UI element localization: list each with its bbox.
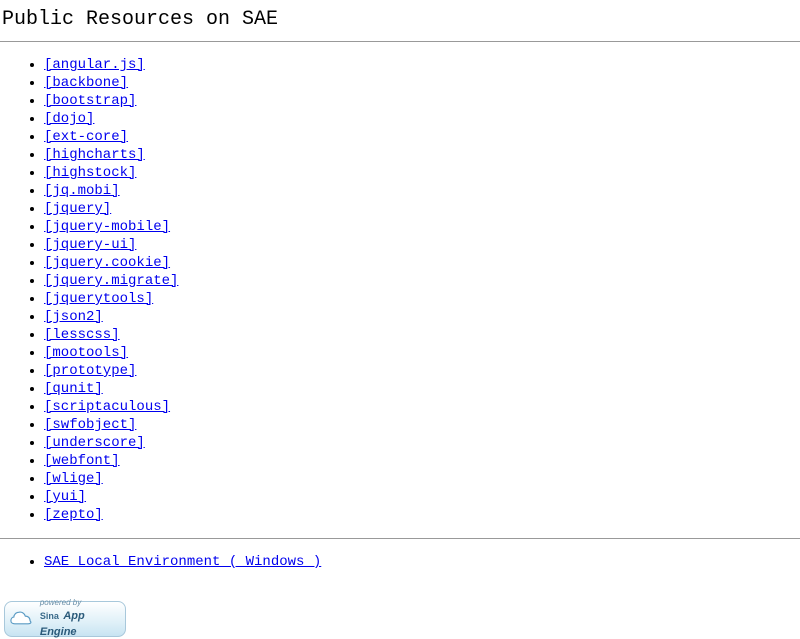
extra-links-list: SAE Local Environment ( Windows ): [0, 553, 800, 571]
list-item: [highcharts]: [44, 146, 800, 164]
list-item: [bootstrap]: [44, 92, 800, 110]
library-link[interactable]: [backbone]: [44, 75, 128, 91]
library-link[interactable]: [swfobject]: [44, 417, 136, 433]
library-link[interactable]: [jquery-mobile]: [44, 219, 170, 235]
library-link[interactable]: [jq.mobi]: [44, 183, 120, 199]
page-title: Public Resources on SAE: [0, 0, 800, 41]
library-link[interactable]: [json2]: [44, 309, 103, 325]
library-link[interactable]: [lesscss]: [44, 327, 120, 343]
library-link[interactable]: [mootools]: [44, 345, 128, 361]
library-link[interactable]: [yui]: [44, 489, 86, 505]
list-item: SAE Local Environment ( Windows ): [44, 553, 800, 571]
badge-brand-label: Sina: [40, 611, 59, 621]
library-link[interactable]: [jquery.cookie]: [44, 255, 170, 271]
library-link[interactable]: [scriptaculous]: [44, 399, 170, 415]
list-item: [jquery.cookie]: [44, 254, 800, 272]
library-link[interactable]: [qunit]: [44, 381, 103, 397]
list-item: [jquery-mobile]: [44, 218, 800, 236]
sae-badge[interactable]: powered by Sina App Engine: [4, 601, 126, 637]
list-item: [highstock]: [44, 164, 800, 182]
library-link[interactable]: [angular.js]: [44, 57, 145, 73]
divider-top: [0, 41, 800, 42]
badge-text: powered by Sina App Engine: [40, 599, 121, 639]
library-link[interactable]: [underscore]: [44, 435, 145, 451]
library-link[interactable]: [jquerytools]: [44, 291, 153, 307]
list-item: [jquerytools]: [44, 290, 800, 308]
list-item: [zepto]: [44, 506, 800, 524]
library-link[interactable]: [bootstrap]: [44, 93, 136, 109]
list-item: [prototype]: [44, 362, 800, 380]
list-item: [qunit]: [44, 380, 800, 398]
list-item: [scriptaculous]: [44, 398, 800, 416]
badge-powered-label: powered by: [40, 599, 121, 607]
library-link[interactable]: [zepto]: [44, 507, 103, 523]
list-item: [dojo]: [44, 110, 800, 128]
list-item: [lesscss]: [44, 326, 800, 344]
divider-bottom: [0, 538, 800, 539]
list-item: [angular.js]: [44, 56, 800, 74]
list-item: [jquery-ui]: [44, 236, 800, 254]
library-link[interactable]: [jquery-ui]: [44, 237, 136, 253]
list-item: [swfobject]: [44, 416, 800, 434]
library-link[interactable]: [highcharts]: [44, 147, 145, 163]
list-item: [backbone]: [44, 74, 800, 92]
list-item: [json2]: [44, 308, 800, 326]
list-item: [jq.mobi]: [44, 182, 800, 200]
list-item: [yui]: [44, 488, 800, 506]
list-item: [wlige]: [44, 470, 800, 488]
library-link[interactable]: [jquery.migrate]: [44, 273, 178, 289]
library-link[interactable]: [highstock]: [44, 165, 136, 181]
cloud-icon: [9, 609, 36, 629]
library-link[interactable]: [prototype]: [44, 363, 136, 379]
list-item: [jquery.migrate]: [44, 272, 800, 290]
library-link[interactable]: [wlige]: [44, 471, 103, 487]
library-link[interactable]: [ext-core]: [44, 129, 128, 145]
list-item: [webfont]: [44, 452, 800, 470]
extra-link[interactable]: SAE Local Environment ( Windows ): [44, 554, 321, 570]
library-link[interactable]: [webfont]: [44, 453, 120, 469]
library-list: [angular.js] [backbone] [bootstrap] [dojo] […: [0, 56, 800, 524]
list-item: [mootools]: [44, 344, 800, 362]
library-link[interactable]: [jquery]: [44, 201, 111, 217]
library-link[interactable]: [dojo]: [44, 111, 94, 127]
list-item: [ext-core]: [44, 128, 800, 146]
list-item: [underscore]: [44, 434, 800, 452]
list-item: [jquery]: [44, 200, 800, 218]
